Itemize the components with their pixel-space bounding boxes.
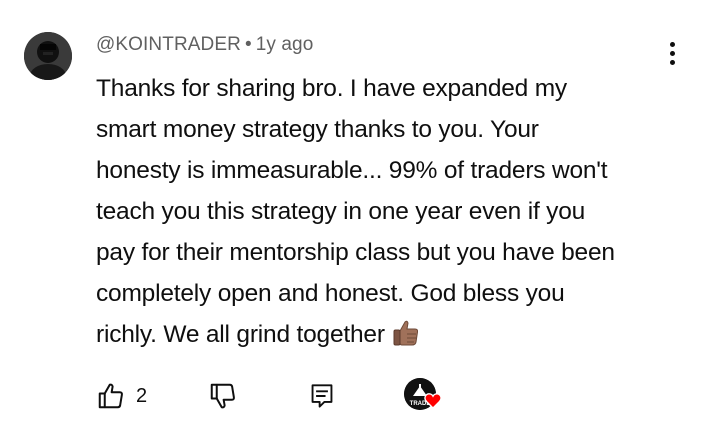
comment-text: Thanks for sharing bro. I have expanded … xyxy=(96,68,696,355)
avatar-image xyxy=(24,32,72,80)
reply-button[interactable] xyxy=(310,378,334,414)
comment-text-line: Thanks for sharing bro. I have expanded … xyxy=(96,75,567,102)
like-button[interactable]: 2 xyxy=(96,378,147,414)
comment-text-line: pay for their mentorship class but you h… xyxy=(96,239,615,266)
author-name[interactable]: @KOINTRADER xyxy=(96,34,241,55)
comment-thread: @KOINTRADER • 1y ago Thanks for sharing br… xyxy=(0,0,720,435)
comment-text-line: smart money strategy thanks to you. Your xyxy=(96,116,539,143)
like-count: 2 xyxy=(136,384,148,407)
comment-text-line: teach you this strategy in one year even… xyxy=(96,198,586,225)
comment-time[interactable]: 1y ago xyxy=(256,34,314,55)
meta-separator: • xyxy=(244,34,252,55)
reply-comment-icon xyxy=(311,384,333,408)
thumbs-up-emoji-icon xyxy=(393,320,418,346)
author-avatar[interactable] xyxy=(24,32,72,80)
comment-text-line: richly. We all grind together xyxy=(96,321,385,348)
creator-heart-icon xyxy=(424,393,442,409)
comment-text-line: completely open and honest. God bless yo… xyxy=(96,280,565,307)
thumbs-down-outline-icon xyxy=(210,383,235,409)
comment-header: @KOINTRADER • 1y ago xyxy=(96,34,313,56)
thumbs-up-outline-icon xyxy=(98,383,123,409)
comment-text-last-line: richly. We all grind together xyxy=(96,314,696,355)
creator-heart-button[interactable]: TRADE xyxy=(404,376,442,412)
comment-text-line: honesty is immeasurable... 99% of trader… xyxy=(96,157,608,184)
dislike-button[interactable] xyxy=(208,378,238,414)
